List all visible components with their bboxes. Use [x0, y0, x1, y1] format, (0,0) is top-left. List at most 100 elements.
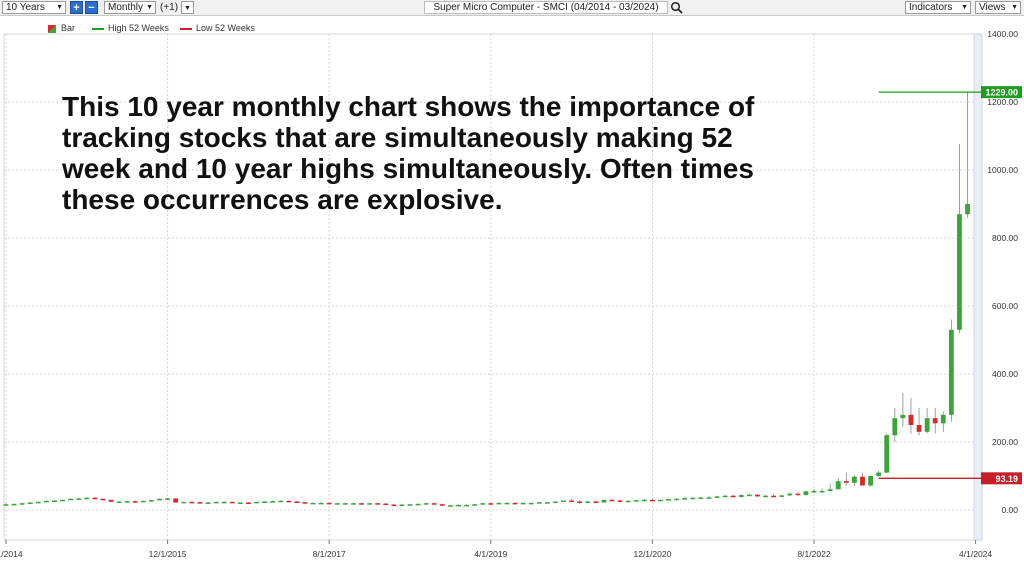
candle-body	[237, 502, 243, 505]
candle-body	[932, 418, 938, 424]
candle-body	[229, 501, 235, 504]
chevron-down-icon: ▼	[961, 4, 968, 11]
candle-body	[270, 501, 276, 503]
candle-body	[310, 502, 316, 505]
candle-body	[116, 501, 122, 503]
candle-body	[124, 501, 130, 503]
candle-body	[835, 481, 841, 490]
candle-body	[68, 498, 74, 501]
candle-body	[641, 499, 647, 502]
candle-body	[100, 498, 106, 501]
candle-body	[140, 500, 146, 503]
y-tick-label: 1400.00	[987, 29, 1018, 39]
candle-body	[633, 500, 639, 502]
candle-body	[512, 502, 518, 505]
candle-body	[488, 503, 494, 505]
candle-body	[76, 498, 82, 500]
candle-body	[553, 501, 558, 503]
candle-body	[536, 502, 542, 504]
views-button[interactable]: Views ▼	[975, 1, 1021, 14]
y-tick-label: 400.00	[992, 369, 1018, 379]
candle-body	[948, 329, 954, 415]
price-scrollbar	[973, 33, 983, 541]
candle-body	[60, 499, 65, 502]
candle-body	[52, 500, 57, 502]
candle-body	[892, 418, 898, 436]
candle-body	[439, 504, 445, 506]
candle-body	[254, 501, 259, 504]
search-button[interactable]	[670, 1, 683, 14]
candle-body	[860, 476, 865, 486]
candle-body	[746, 494, 752, 497]
toolbar: 10 Years ▼ + − Monthly ▼ (+1) ▼ Super Mi…	[0, 0, 1024, 16]
x-tick-label: 12/1/2020	[633, 549, 671, 559]
offset-label: (+1)	[160, 2, 179, 13]
range-select[interactable]: 10 Years ▼	[2, 1, 66, 14]
candle-body	[698, 497, 704, 499]
candle-body	[965, 204, 970, 215]
candle-body	[593, 501, 599, 503]
candle-body	[617, 500, 623, 502]
candle-body	[504, 502, 510, 505]
candle-body	[924, 418, 930, 432]
candle-body	[399, 504, 405, 507]
candle-body	[19, 503, 25, 505]
candle-body	[423, 503, 429, 505]
candle-body	[803, 491, 809, 496]
candle-body	[197, 502, 203, 504]
x-tick-label: 8/1/2017	[313, 549, 346, 559]
symbol-title-box[interactable]: Super Micro Computer - SMCI (04/2014 - 0…	[424, 1, 668, 14]
candle-body	[302, 502, 308, 504]
candle-body	[472, 504, 478, 506]
candle-body	[601, 499, 607, 503]
candle-body	[940, 414, 946, 424]
low-52w-label: 93.19	[995, 474, 1018, 484]
candle-body	[456, 504, 461, 507]
candle-body	[407, 504, 413, 506]
candle-body	[84, 497, 90, 500]
candle-body	[496, 502, 502, 505]
candle-body	[544, 502, 550, 504]
zoom-out-button[interactable]: −	[85, 1, 98, 14]
candle-body	[577, 501, 583, 503]
chevron-down-icon: ▼	[1011, 4, 1018, 11]
indicators-button[interactable]: Indicators ▼	[905, 1, 971, 14]
candle-body	[286, 500, 292, 503]
x-tick-label: 4/1/2024	[959, 549, 992, 559]
candle-body	[318, 502, 324, 505]
candle-body	[787, 493, 793, 496]
candle-body	[157, 498, 162, 501]
candle-body	[561, 500, 566, 502]
candle-body	[383, 503, 389, 506]
candle-body	[246, 502, 251, 505]
candle-body	[431, 503, 437, 505]
candle-body	[165, 498, 170, 500]
candle-body	[625, 500, 631, 503]
candle-body	[819, 490, 825, 493]
candle-body	[181, 501, 187, 504]
candle-body	[852, 476, 857, 483]
interval-select[interactable]: Monthly ▼	[104, 1, 156, 14]
candle-body	[27, 502, 33, 505]
x-tick-label: 4/1/2019	[474, 549, 507, 559]
views-label: Views	[979, 2, 1006, 13]
offset-dropdown[interactable]: ▼	[181, 1, 194, 14]
y-tick-label: 200.00	[992, 437, 1018, 447]
candle-body	[714, 496, 720, 498]
x-tick-label: 4/1/2014	[0, 549, 23, 559]
candle-body	[108, 499, 114, 502]
candle-body	[755, 494, 760, 497]
x-tick-label: 8/1/2022	[797, 549, 830, 559]
candle-body	[763, 495, 768, 498]
interval-value: Monthly	[108, 2, 144, 13]
chevron-down-icon: ▼	[184, 5, 191, 12]
candle-body	[11, 503, 17, 506]
candle-body	[3, 504, 9, 506]
candle-body	[771, 495, 776, 498]
candle-body	[569, 500, 574, 502]
x-tick-label: 12/1/2015	[149, 549, 187, 559]
candle-body	[132, 501, 138, 503]
candle-body	[900, 414, 906, 419]
chevron-down-icon: ▼	[146, 4, 153, 11]
zoom-in-button[interactable]: +	[70, 1, 83, 14]
